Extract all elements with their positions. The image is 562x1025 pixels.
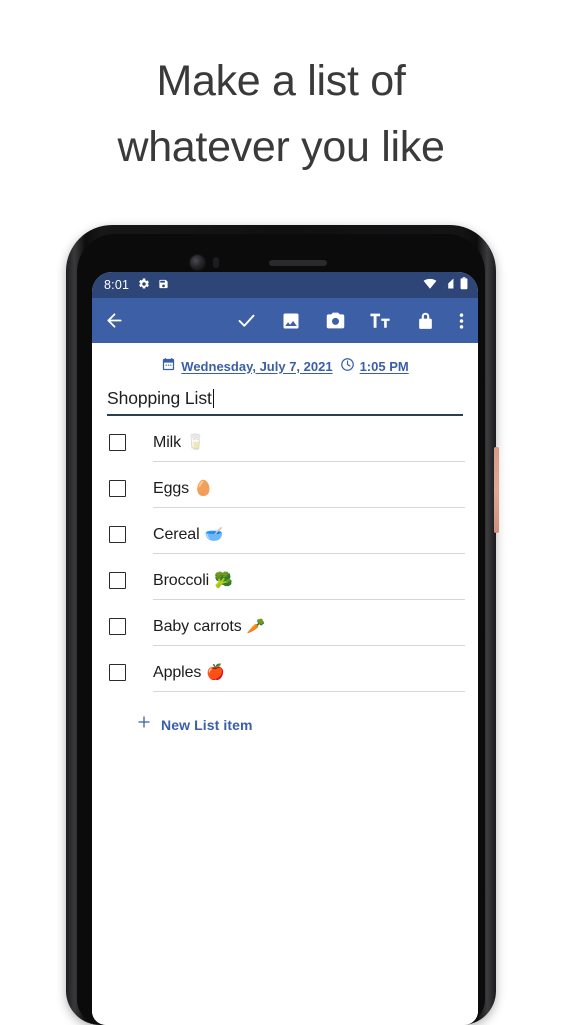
- phone-device-frame: 8:01 Wednesday, July 7, 2021 1:05 PM Sho…: [66, 225, 499, 1025]
- checklist: Milk 🥛 Eggs 🥚 Cereal 🥣 Broccoli 🥦 Baby c…: [105, 425, 465, 701]
- text-cursor: [212, 389, 215, 408]
- list-item[interactable]: Baby carrots 🥕: [105, 609, 465, 655]
- note-title-text: Shopping List: [107, 388, 212, 408]
- power-button[interactable]: [494, 447, 499, 533]
- overflow-menu-icon[interactable]: [459, 311, 464, 331]
- plus-icon: [136, 714, 152, 735]
- page-headline: Make a list of whatever you like: [117, 57, 445, 171]
- camera-icon[interactable]: [325, 310, 346, 331]
- list-item-body[interactable]: Eggs 🥚: [153, 471, 465, 508]
- list-item-label: Cereal: [153, 525, 200, 543]
- clock-icon: [340, 357, 355, 375]
- list-item-emoji: 🥕: [246, 618, 266, 635]
- earpiece-speaker-icon: [269, 260, 327, 266]
- checkbox-icon[interactable]: [109, 618, 126, 635]
- checkbox-icon[interactable]: [109, 480, 126, 497]
- list-item[interactable]: Milk 🥛: [105, 425, 465, 471]
- checkbox-icon[interactable]: [109, 526, 126, 543]
- list-item-body[interactable]: Milk 🥛: [153, 425, 465, 462]
- text-format-icon[interactable]: [370, 311, 392, 331]
- list-item-emoji: 🥛: [186, 434, 205, 451]
- status-bar-clock: 8:01: [104, 278, 130, 292]
- note-date-button[interactable]: Wednesday, July 7, 2021: [161, 357, 333, 375]
- status-bar: 8:01: [92, 272, 478, 298]
- note-editor: Wednesday, July 7, 2021 1:05 PM Shopping…: [92, 343, 478, 1025]
- list-item-emoji: 🥦: [214, 572, 233, 589]
- list-item-body[interactable]: Broccoli 🥦: [153, 563, 465, 600]
- app-toolbar: [92, 298, 478, 343]
- add-new-list-item-label: New List item: [161, 716, 253, 733]
- add-new-list-item-button[interactable]: New List item: [105, 701, 465, 735]
- battery-icon: [460, 277, 468, 293]
- checkbox-icon[interactable]: [109, 572, 126, 589]
- list-item-emoji: 🍎: [206, 664, 226, 681]
- note-time-button[interactable]: 1:05 PM: [340, 357, 409, 375]
- list-item-emoji: 🥚: [194, 480, 213, 497]
- lock-icon[interactable]: [416, 311, 435, 331]
- list-item[interactable]: Broccoli 🥦: [105, 563, 465, 609]
- list-item-label: Milk: [153, 433, 182, 451]
- list-item[interactable]: Cereal 🥣: [105, 517, 465, 563]
- check-icon[interactable]: [236, 310, 257, 331]
- calendar-icon: [161, 357, 176, 375]
- note-date-text: Wednesday, July 7, 2021: [181, 358, 333, 374]
- cellular-signal-icon: [442, 278, 455, 292]
- list-item-label: Apples: [153, 663, 202, 681]
- note-time-text: 1:05 PM: [359, 358, 409, 374]
- note-title-input[interactable]: Shopping List: [107, 388, 463, 416]
- gear-icon: [138, 277, 150, 293]
- back-arrow-icon[interactable]: [104, 310, 125, 331]
- list-item-label: Baby carrots: [153, 617, 242, 635]
- status-bar-right-icons: [423, 277, 468, 293]
- proximity-sensor-icon: [213, 257, 219, 268]
- list-item-emoji: 🥣: [204, 526, 224, 543]
- list-item-label: Eggs: [153, 479, 190, 497]
- checkbox-icon[interactable]: [109, 434, 126, 451]
- list-item[interactable]: Apples 🍎: [105, 655, 465, 701]
- list-item-body[interactable]: Baby carrots 🥕: [153, 609, 465, 646]
- checkbox-icon[interactable]: [109, 664, 126, 681]
- list-item-body[interactable]: Apples 🍎: [153, 655, 465, 692]
- list-item-body[interactable]: Cereal 🥣: [153, 517, 465, 554]
- wifi-icon: [423, 278, 437, 292]
- note-datetime-row: Wednesday, July 7, 2021 1:05 PM: [105, 343, 465, 385]
- front-camera-icon: [190, 255, 205, 270]
- list-item[interactable]: Eggs 🥚: [105, 471, 465, 517]
- image-icon[interactable]: [281, 311, 301, 331]
- status-bar-left-icons: [138, 277, 169, 293]
- toolbar-actions: [236, 310, 466, 331]
- list-item-label: Broccoli: [153, 571, 210, 589]
- phone-screen: 8:01 Wednesday, July 7, 2021 1:05 PM Sho…: [92, 272, 478, 1025]
- save-clipboard-icon: [158, 278, 169, 293]
